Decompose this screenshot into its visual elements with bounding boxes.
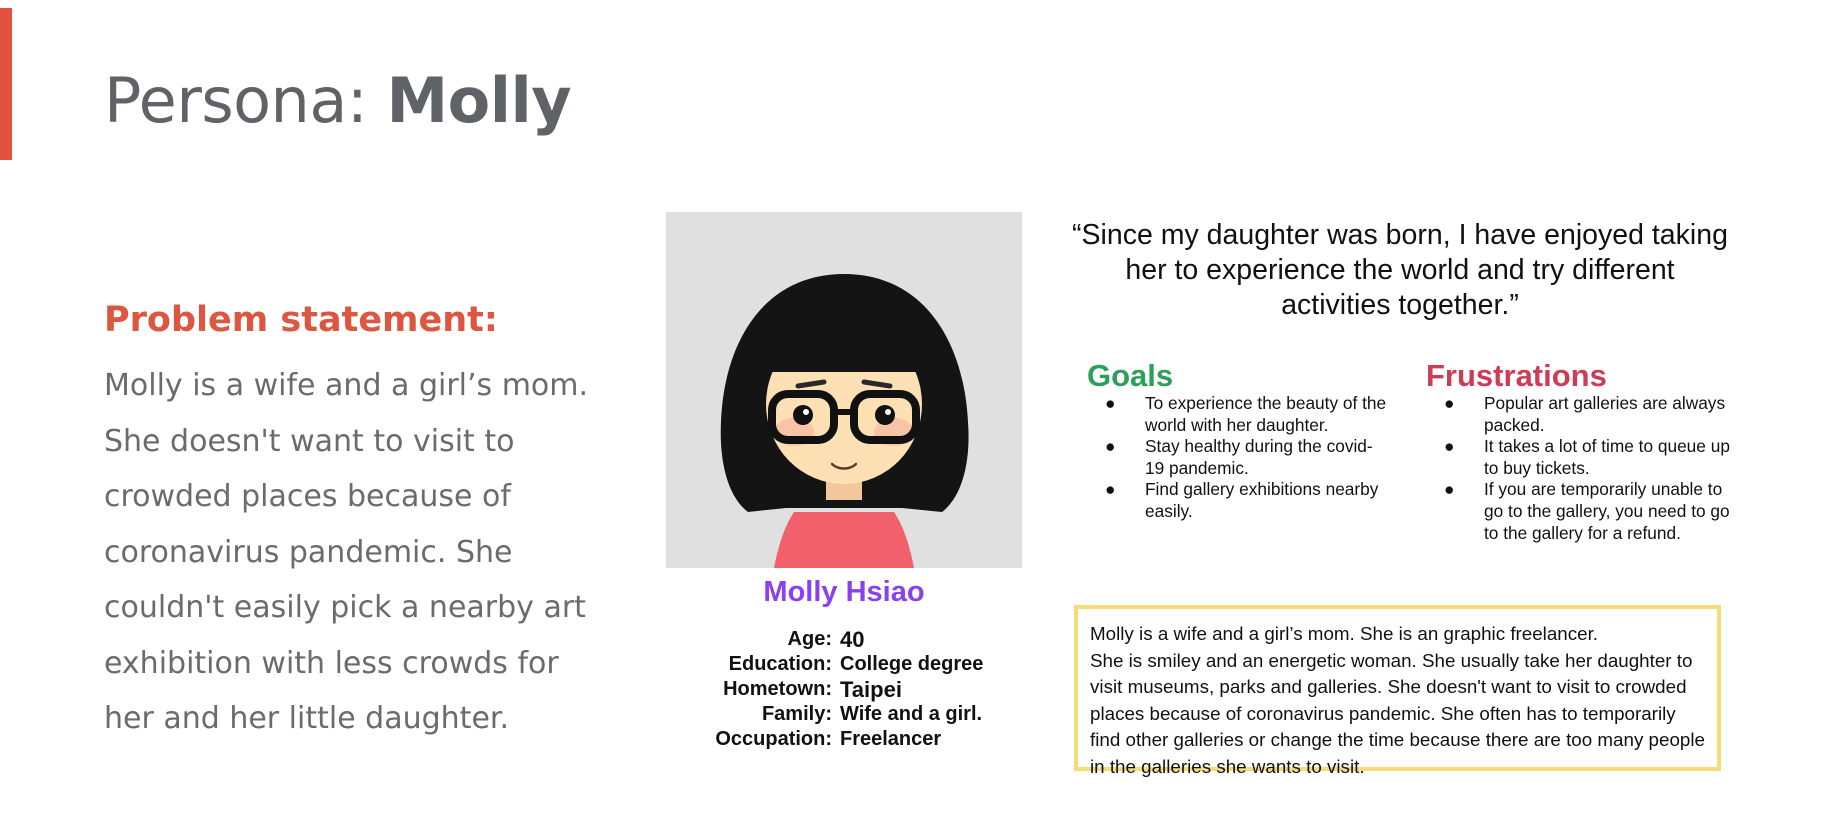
persona-quote: “Since my daughter was born, I have enjo… — [1072, 219, 1728, 321]
goals-list: ● To experience the beauty of the world w… — [1087, 393, 1387, 523]
frustration-text: It takes a lot of time to queue up to bu… — [1484, 436, 1730, 478]
detail-row-education: Education: College degree — [690, 652, 984, 677]
goals-heading: Goals — [1087, 358, 1174, 393]
persona-bio: Molly is a wife and a girl’s mom. She is… — [1074, 605, 1721, 777]
detail-value: College degree — [840, 653, 984, 675]
bullet-icon: ● — [1444, 393, 1455, 413]
bullet-icon: ● — [1105, 393, 1116, 413]
detail-label: Age: — [787, 628, 832, 650]
persona-name: Molly Hsiao — [763, 576, 925, 608]
list-item: ● Stay healthy during the covid-19 pandem… — [1087, 436, 1387, 479]
detail-label: Family: — [761, 703, 832, 725]
goal-text: Stay healthy during the covid-19 pandemi… — [1145, 436, 1373, 478]
detail-value: Wife and a girl. — [840, 703, 983, 725]
detail-row-age: Age: 40 — [690, 627, 983, 652]
detail-label: Occupation: — [715, 728, 832, 750]
goal-text: To experience the beauty of the world wi… — [1145, 393, 1387, 435]
title-prefix: Persona: — [104, 64, 387, 137]
detail-row-occupation: Occupation: Freelancer — [690, 727, 983, 752]
detail-row-family: Family: Wife and a girl. — [690, 702, 983, 727]
girl-with-glasses-avatar-icon — [666, 212, 1022, 568]
list-item: ● It takes a lot of time to queue up to b… — [1426, 436, 1736, 479]
bio-line: Molly is a wife and a girl’s mom. She is… — [1090, 623, 1599, 644]
list-item: ● Popular art galleries are always packed… — [1426, 393, 1736, 436]
bullet-icon: ● — [1444, 479, 1455, 500]
bullet-icon: ● — [1444, 436, 1455, 457]
problem-text: Molly is a wife and a girl’s mom. She do… — [104, 368, 589, 736]
frustration-text: If you are temporarily unable to go to t… — [1484, 479, 1730, 543]
title-name: Molly — [386, 64, 572, 137]
frustrations-list: ● Popular art galleries are always packed… — [1426, 393, 1736, 544]
problem-heading: Problem statement: — [104, 300, 498, 340]
frustration-text: Popular art galleries are always packed. — [1484, 393, 1726, 435]
goal-text: Find gallery exhibitions nearby easily. — [1145, 479, 1379, 521]
detail-label: Hometown: — [723, 678, 832, 700]
persona-avatar — [666, 212, 1022, 568]
bullet-icon: ● — [1105, 479, 1116, 500]
list-item: ● Find gallery exhibitions nearby easily. — [1087, 479, 1387, 522]
persona-details: Age: 40 Education: College degree Hometown… — [690, 627, 983, 752]
detail-value: Taipei — [840, 677, 902, 702]
detail-label: Education: — [728, 653, 832, 675]
accent-bar — [0, 8, 12, 160]
frustrations-heading: Frustrations — [1426, 358, 1607, 393]
list-item: ● To experience the beauty of the world w… — [1087, 393, 1387, 436]
detail-row-hometown: Hometown: Taipei — [690, 677, 983, 702]
bio-line: She is smiley and an energetic woman. Sh… — [1090, 649, 1705, 777]
detail-value: 40 — [840, 627, 865, 652]
list-item: ● If you are temporarily unable to go to … — [1426, 479, 1736, 544]
bullet-icon: ● — [1105, 436, 1116, 457]
detail-value: Freelancer — [840, 728, 942, 750]
page-title: Persona: Molly — [104, 64, 572, 137]
